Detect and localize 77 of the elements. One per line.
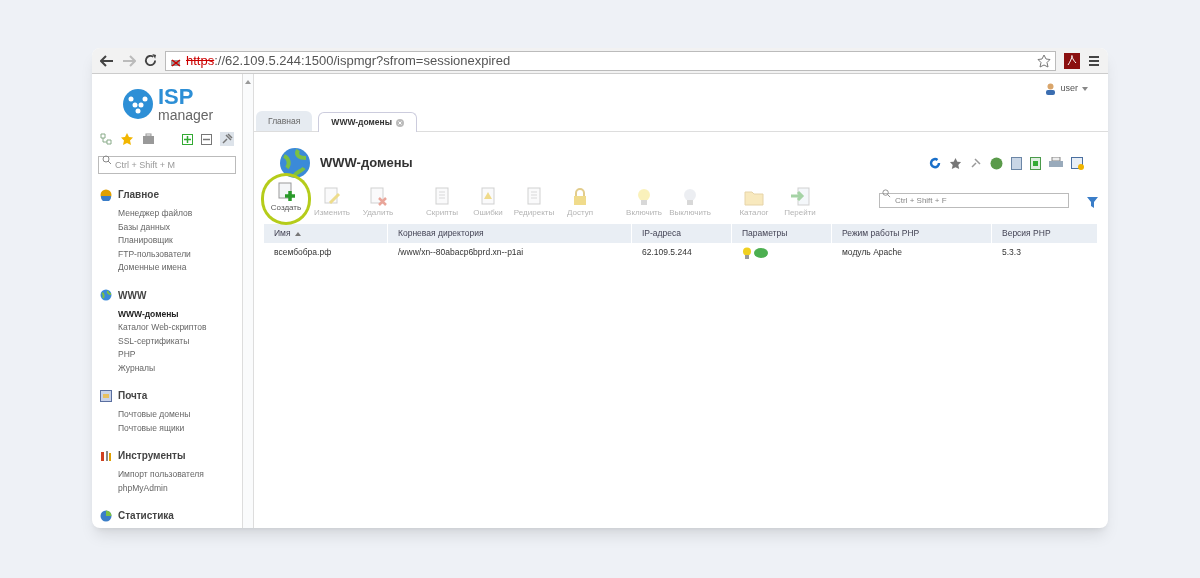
toolbar-button[interactable]: Создать [264,176,308,222]
sidebar-item[interactable]: PHP [100,348,242,362]
sidebar-item[interactable]: Почтовые ящики [100,421,242,435]
arrow-door-icon [790,187,810,207]
sidebar-item[interactable]: Базы данных [100,220,242,234]
star-icon[interactable] [1037,53,1051,68]
tab[interactable]: Главная [256,111,313,131]
close-icon[interactable] [396,118,404,127]
sidebar-item[interactable]: Менеджер файлов [100,207,242,221]
sidebar-item[interactable]: Каталог Web-скриптов [100,321,242,335]
column-header[interactable]: Корневая директория [388,224,632,243]
address-bar[interactable]: https://62.109.5.244:1500/ispmgr?sfrom=sessionexpired [165,50,1056,71]
filter-field[interactable]: Ctrl + Shift + F [879,193,1069,208]
star-icon[interactable] [120,132,134,147]
document-cross-icon [368,187,388,207]
warning-document-icon [478,187,498,207]
document-icon [524,187,544,207]
search-icon [882,189,891,198]
table-cell-text: всембобра.рф [273,246,333,259]
document-icon [432,187,452,207]
logo-icon [122,88,154,120]
sphere-icon [100,188,112,201]
sidebar-item[interactable]: Доменные имена [100,261,242,275]
expand-icon[interactable] [182,133,193,145]
column-header[interactable]: Версия PHP [992,224,1098,243]
table-cell-text: 5.3.3 [1001,246,1022,259]
collapse-icon[interactable] [201,133,212,145]
pencil-document-icon [322,187,342,207]
sidebar-item[interactable]: Импорт пользователя [100,468,242,482]
pdf-icon[interactable] [1064,52,1080,69]
back-icon[interactable] [100,54,114,67]
calendar-icon[interactable] [1071,156,1084,170]
logo-text: ISP [158,86,195,108]
table-cell-text: /www/xn--80abacp6bprd.xn--p1ai [397,246,525,259]
logo-subtext: manager [158,108,214,122]
sidebar-item[interactable]: WWW-домены [100,307,242,321]
section-title[interactable]: Статистика [118,508,174,523]
document-plus-icon [276,181,296,202]
filter-icon[interactable] [1087,197,1098,208]
section-title[interactable]: WWW [118,287,147,303]
reload-icon[interactable] [144,54,157,67]
sidebar-item[interactable]: phpMyAdmin [100,481,242,495]
sidebar-item[interactable]: FTP-пользователи [100,247,242,261]
sidebar-item[interactable]: Планировщик [100,234,242,248]
section-title[interactable]: Главное [118,187,159,202]
sidebar-search-field[interactable]: Ctrl + Shift + M [98,156,236,174]
menu-icon[interactable] [1088,54,1100,67]
column-header[interactable]: Имя [264,224,388,243]
tools-icon [100,449,112,462]
refresh-icon[interactable] [929,157,941,169]
section-title[interactable]: Почта [118,388,148,403]
briefcase-icon[interactable] [142,133,155,146]
user-icon [1045,82,1057,95]
column-header[interactable]: Параметры [732,224,832,243]
print-icon[interactable] [1049,157,1063,169]
tab[interactable]: WWW-домены [318,112,417,132]
column-header[interactable]: Режим работы PHP [832,224,992,243]
column-header[interactable]: IP-адреса [632,224,732,243]
scroll-up-icon[interactable] [245,80,251,84]
sidebar-item[interactable]: Журналы [100,361,242,375]
star-icon[interactable] [949,156,962,170]
document-icon[interactable] [1011,156,1022,170]
sort-up-icon [294,231,301,236]
search-icon [102,155,112,165]
section-title[interactable]: Инструменты [118,448,186,463]
page-title: WWW-домены [320,154,413,173]
sidebar-item[interactable]: Почтовые домены [100,408,242,422]
pie-chart-icon [100,509,112,522]
table-cell-text: модуль Apache [841,246,903,259]
mailbox-icon [100,389,112,402]
table-cell-text: 62.109.5.244 [641,246,693,259]
spreadsheet-icon[interactable] [1030,156,1041,170]
user-menu[interactable]: user [1045,82,1088,96]
caret-icon [1082,86,1088,91]
php-badge-icon [754,247,768,258]
lightbulb-icon [742,246,752,259]
sidebar-item[interactable]: SSL-сертификаты [100,334,242,348]
